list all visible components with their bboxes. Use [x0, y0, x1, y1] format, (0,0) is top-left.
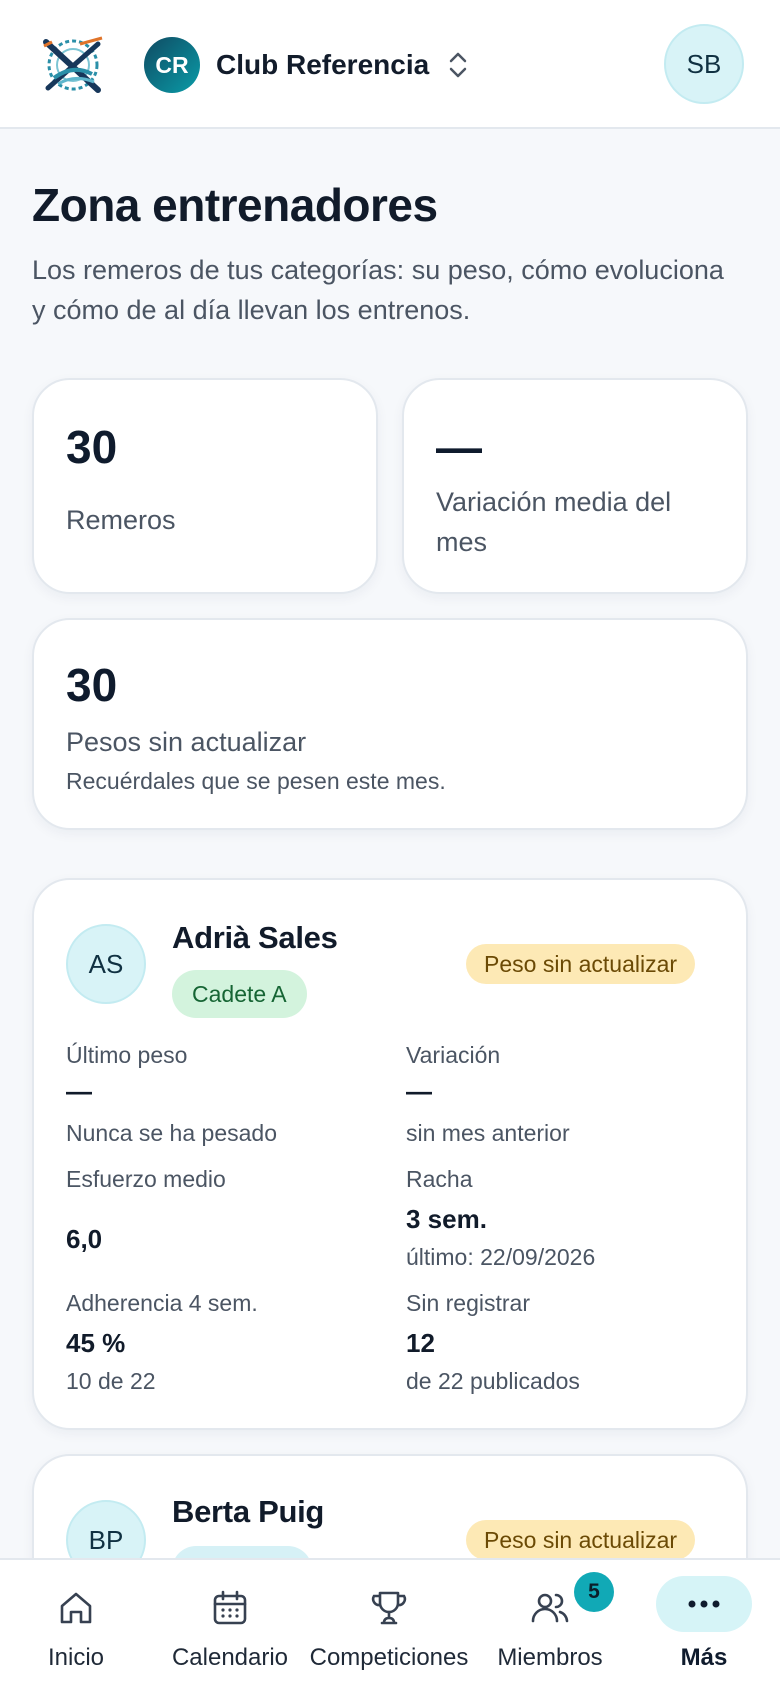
nav-label: Inicio	[47, 1644, 105, 1671]
page-subtitle: Los remeros de tus categorías: su peso, …	[32, 255, 724, 325]
notification-badge: 5	[574, 1572, 614, 1612]
status-badge: Peso sin actualizar	[466, 944, 696, 984]
rower-name: Adrià Sales	[172, 920, 338, 955]
club-switcher[interactable]: CR Club Referencia	[144, 36, 469, 94]
stat-value: 30	[66, 421, 118, 473]
calendar-icon	[213, 1590, 247, 1625]
metric-value: 12	[406, 1328, 435, 1358]
bottom-navigation: Inicio Calendario Competiciones Miembros…	[0, 1558, 780, 1688]
metric-value: 45 %	[66, 1328, 126, 1358]
nav-label: Competiciones	[309, 1644, 469, 1671]
metric-sub: Nunca se ha pesado	[66, 1120, 277, 1146]
club-logo[interactable]	[40, 34, 106, 96]
metric-label: Sin registrar	[406, 1290, 530, 1316]
nav-item-competiciones[interactable]: Competiciones	[306, 1560, 472, 1688]
metric-label: Racha	[406, 1166, 473, 1192]
club-name: Club Referencia	[216, 49, 430, 80]
metric-sub: de 22 publicados	[406, 1368, 580, 1394]
stat-label: Variación media del mes	[436, 487, 672, 557]
nav-item-mas[interactable]: Más	[654, 1560, 754, 1688]
metric-value: 6,0	[66, 1224, 103, 1254]
nav-label: Miembros	[497, 1644, 603, 1671]
rower-card[interactable]: AS Adrià Sales Cadete A Peso sin actuali…	[32, 878, 748, 1430]
stat-card-rowers: 30 Remeros	[32, 378, 378, 594]
user-avatar[interactable]: SB	[664, 24, 744, 104]
stat-hint: Recuérdales que se pesen este mes.	[66, 768, 446, 794]
avatar: AS	[66, 924, 146, 1004]
metric-label: Último peso	[66, 1042, 188, 1068]
stat-value: —	[436, 421, 482, 473]
metric-value: 3 sem.	[406, 1204, 487, 1234]
page-title: Zona entrenadores	[32, 179, 438, 231]
metric-sub: 10 de 22	[66, 1368, 156, 1394]
stat-label: Remeros	[66, 505, 176, 535]
metric-value: —	[406, 1076, 432, 1106]
nav-label: Más	[680, 1644, 728, 1671]
metric-sub: sin mes anterior	[406, 1120, 570, 1146]
status-badge: Peso sin actualizar	[466, 1520, 696, 1560]
trophy-icon	[371, 1591, 407, 1625]
metric-label: Adherencia 4 sem.	[66, 1290, 258, 1316]
metric-label: Esfuerzo medio	[66, 1166, 226, 1192]
metric-sub: último: 22/09/2026	[406, 1244, 596, 1270]
stat-value: 30	[66, 659, 118, 711]
users-icon	[531, 1593, 569, 1623]
club-badge: CR	[144, 37, 200, 93]
stat-label: Pesos sin actualizar	[66, 727, 307, 757]
metric-label: Variación	[406, 1042, 501, 1068]
chevron-up-down-icon	[449, 52, 467, 78]
category-badge: Cadete A	[172, 970, 307, 1018]
home-icon	[60, 1592, 92, 1624]
nav-item-inicio[interactable]: Inicio	[26, 1560, 126, 1688]
stat-card-outdated-weights: 30 Pesos sin actualizar Recuérdales que …	[32, 618, 748, 830]
top-bar: CR Club Referencia SB	[0, 0, 780, 129]
rower-name: Berta Puig	[172, 1494, 325, 1529]
stat-card-variation: — Variación media del mes	[402, 378, 748, 594]
nav-label: Calendario	[171, 1644, 289, 1671]
nav-item-calendario[interactable]: Calendario	[166, 1560, 294, 1688]
metric-value: —	[66, 1076, 92, 1106]
